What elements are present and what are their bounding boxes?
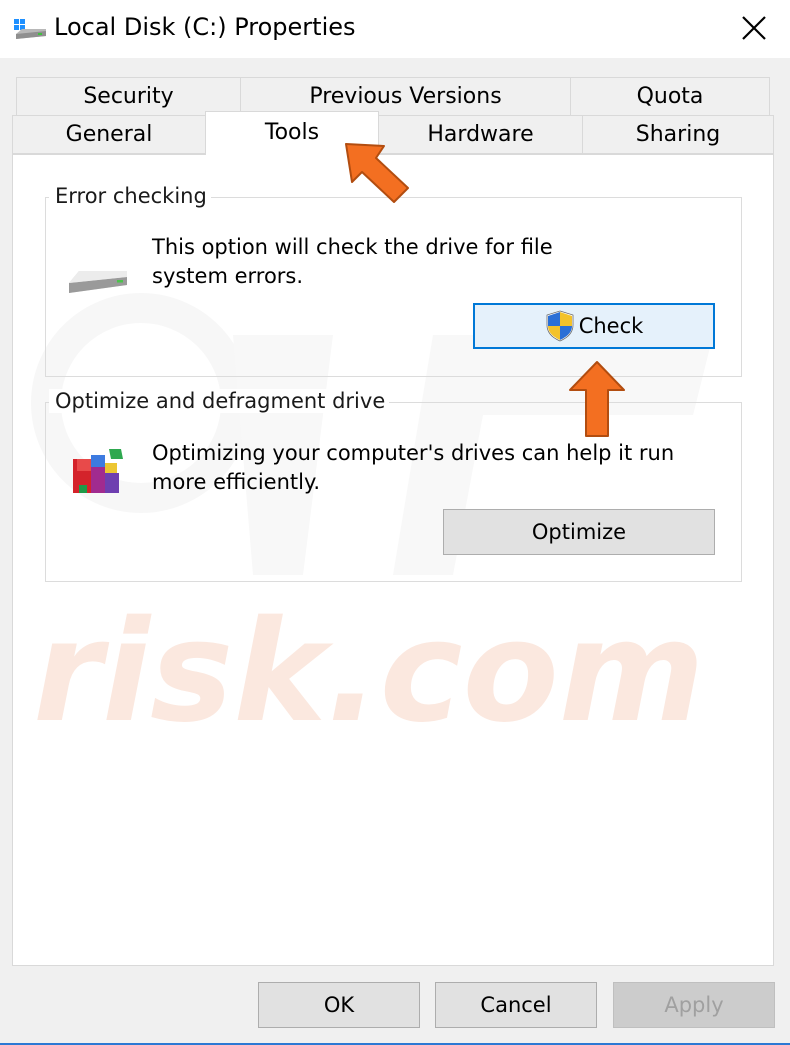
tab-label: Sharing: [635, 122, 721, 147]
tab-label: Tools: [264, 120, 320, 145]
tab-label: Quota: [636, 84, 704, 109]
ok-button-label: OK: [323, 993, 355, 1017]
properties-window: Local Disk (C:) Properties Security Prev…: [0, 0, 790, 1045]
close-icon: [742, 16, 766, 40]
tab-label: Security: [83, 84, 174, 109]
watermark-text: risk.com: [33, 591, 705, 754]
error-checking-description-line2: system errors.: [152, 264, 304, 288]
tab-general[interactable]: General: [12, 115, 206, 154]
apply-button-label: Apply: [664, 993, 724, 1017]
tab-hardware[interactable]: Hardware: [378, 115, 583, 154]
tools-panel: risk.com Error checking This option will…: [12, 154, 774, 966]
cancel-button[interactable]: Cancel: [435, 982, 597, 1028]
title-bar: Local Disk (C:) Properties: [0, 0, 790, 58]
tab-label: General: [65, 122, 153, 147]
drive-icon: [14, 18, 48, 42]
defrag-icon: [69, 445, 127, 507]
check-button-label: Check: [578, 314, 644, 338]
tab-sharing[interactable]: Sharing: [582, 115, 774, 154]
error-checking-group: [45, 197, 742, 377]
drive-icon: [67, 267, 129, 301]
uac-shield-icon: [545, 310, 575, 342]
optimize-group: [45, 402, 742, 582]
close-button[interactable]: [726, 0, 782, 56]
tab-label: Hardware: [427, 122, 534, 147]
tab-label: Previous Versions: [309, 84, 502, 109]
optimize-button-label: Optimize: [531, 520, 627, 544]
optimize-description-line2: more efficiently.: [152, 470, 321, 494]
optimize-label: Optimize and defragment drive: [49, 389, 390, 413]
tab-quota[interactable]: Quota: [570, 77, 770, 116]
error-checking-description-line1: This option will check the drive for fil…: [152, 235, 553, 259]
ok-button[interactable]: OK: [258, 982, 420, 1028]
check-button[interactable]: Check: [473, 303, 715, 349]
cancel-button-label: Cancel: [480, 993, 552, 1017]
tab-tools[interactable]: Tools: [205, 111, 379, 155]
apply-button[interactable]: Apply: [613, 982, 775, 1028]
window-title: Local Disk (C:) Properties: [54, 13, 356, 41]
optimize-description-line1: Optimizing your computer's drives can he…: [152, 441, 675, 465]
optimize-button[interactable]: Optimize: [443, 509, 715, 555]
error-checking-label: Error checking: [49, 184, 211, 208]
